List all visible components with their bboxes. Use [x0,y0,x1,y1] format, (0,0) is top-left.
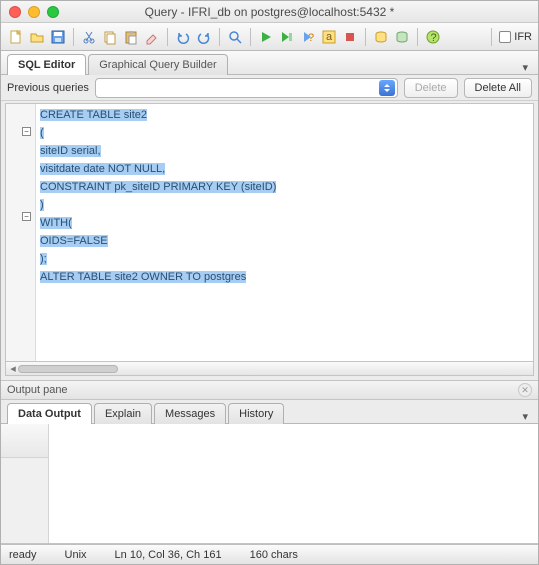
search-icon[interactable] [226,28,244,46]
save-icon[interactable] [49,28,67,46]
grid-corner-cell [1,424,48,458]
sql-editor[interactable]: − − CREATE TABLE site2 ( siteID serial, … [5,103,534,362]
explain-icon[interactable]: ? [299,28,317,46]
horizontal-scrollbar[interactable]: ◂ [5,362,534,376]
svg-text:a: a [326,31,333,43]
statusbar: ready Unix Ln 10, Col 36, Ch 161 160 cha… [1,544,538,564]
open-icon[interactable] [28,28,46,46]
tab-overflow-icon[interactable]: ▾ [518,61,532,74]
titlebar: Query - IFRI_db on postgres@localhost:54… [1,1,538,23]
window-title: Query - IFRI_db on postgres@localhost:54… [1,5,538,19]
tab-sql-editor[interactable]: SQL Editor [7,54,86,75]
scratchpad-label: IFR [514,31,532,43]
paste-icon[interactable] [122,28,140,46]
pane-close-icon[interactable]: ✕ [518,383,532,397]
checkbox-icon [499,31,511,43]
data-output-grid [1,424,538,544]
connect-icon[interactable] [372,28,390,46]
output-pane-header: Output pane ✕ [1,380,538,400]
status-position: Ln 10, Col 36, Ch 161 [115,549,222,561]
clear-icon[interactable] [143,28,161,46]
editor-wrap: − − CREATE TABLE site2 ( siteID serial, … [1,101,538,380]
scroll-thumb[interactable] [18,365,118,373]
copy-icon[interactable] [101,28,119,46]
tab-data-output[interactable]: Data Output [7,403,92,424]
svg-text:?: ? [308,32,314,44]
main-tabs: SQL Editor Graphical Query Builder ▾ [1,51,538,75]
previous-queries-row: Previous queries Delete Delete All [1,75,538,101]
fold-minus-icon[interactable]: − [22,212,31,221]
grid-row-header [1,424,49,543]
status-chars: 160 chars [250,549,298,561]
tab-graphical-query-builder[interactable]: Graphical Query Builder [88,54,227,75]
status-ready: ready [9,549,37,561]
chevron-up-down-icon [379,80,395,96]
cut-icon[interactable] [80,28,98,46]
code-area[interactable]: CREATE TABLE site2 ( siteID serial, visi… [36,104,533,361]
execute-pgscript-icon[interactable] [278,28,296,46]
tab-explain[interactable]: Explain [94,403,152,424]
output-pane-label: Output pane [7,384,68,396]
new-icon[interactable] [7,28,25,46]
scratchpad-toggle[interactable]: IFR [499,31,532,43]
redo-icon[interactable] [195,28,213,46]
output-tabs: Data Output Explain Messages History ▾ [1,400,538,424]
undo-icon[interactable] [174,28,192,46]
fold-minus-icon[interactable]: − [22,127,31,136]
tab-overflow-icon[interactable]: ▾ [518,410,532,423]
explain-analyze-icon[interactable]: a [320,28,338,46]
toolbar: ? a ? IFR [1,23,538,51]
tab-messages[interactable]: Messages [154,403,226,424]
help-icon[interactable]: ? [424,28,442,46]
editor-gutter: − − [6,104,36,361]
grid-body[interactable] [49,424,538,543]
favorites-icon[interactable] [393,28,411,46]
previous-queries-label: Previous queries [7,82,89,94]
tab-history[interactable]: History [228,403,284,424]
status-encoding: Unix [65,549,87,561]
execute-icon[interactable] [257,28,275,46]
delete-button[interactable]: Delete [404,78,458,98]
previous-queries-combo[interactable] [95,78,398,98]
delete-all-button[interactable]: Delete All [464,78,532,98]
svg-text:?: ? [431,32,437,44]
cancel-icon[interactable] [341,28,359,46]
